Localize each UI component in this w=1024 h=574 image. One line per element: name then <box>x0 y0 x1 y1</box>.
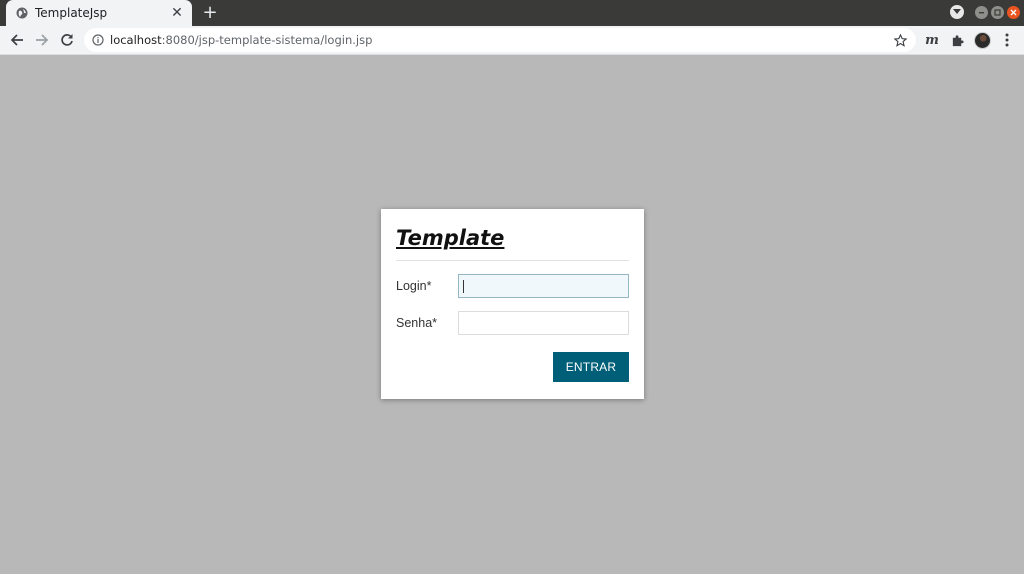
plus-icon[interactable]: + <box>200 3 220 23</box>
address-bar[interactable]: localhost:8080/jsp-template-sistema/logi… <box>84 28 916 52</box>
star-icon[interactable] <box>892 32 908 48</box>
puzzle-icon[interactable] <box>947 30 967 50</box>
url-host: localhost <box>110 33 162 47</box>
senha-label: Senha* <box>396 316 438 330</box>
text-caret <box>463 280 464 293</box>
back-arrow-icon[interactable] <box>7 30 27 50</box>
browser-tab[interactable]: TemplateJsp ✕ <box>6 0 192 26</box>
minimize-icon[interactable] <box>975 5 988 19</box>
tab-strip: TemplateJsp ✕ + <box>0 0 1024 26</box>
extension-m-icon[interactable]: m <box>922 30 942 50</box>
close-window-icon[interactable] <box>1007 5 1020 19</box>
avatar-button[interactable] <box>972 30 992 50</box>
url-path: :8080/jsp-template-sistema/login.jsp <box>161 33 373 47</box>
tab-title: TemplateJsp <box>35 6 108 20</box>
entrar-button[interactable]: ENTRAR <box>553 352 629 382</box>
kebab-menu-icon[interactable] <box>997 30 1017 50</box>
info-icon[interactable] <box>92 34 104 46</box>
login-input[interactable] <box>458 274 629 298</box>
maximize-icon[interactable] <box>991 5 1004 19</box>
senha-input[interactable] <box>458 311 629 335</box>
login-row: Login* <box>396 274 629 298</box>
reload-icon[interactable] <box>57 30 77 50</box>
close-icon[interactable]: ✕ <box>170 6 184 20</box>
forward-arrow-icon[interactable] <box>32 30 52 50</box>
window-controls <box>950 5 1020 19</box>
dropdown-icon[interactable] <box>950 5 964 19</box>
senha-row: Senha* <box>396 311 629 335</box>
login-card: Template Login* Senha* ENTRAR <box>381 209 644 399</box>
avatar <box>973 31 991 49</box>
login-label: Login* <box>396 279 432 293</box>
url-text[interactable]: localhost:8080/jsp-template-sistema/logi… <box>110 33 372 47</box>
globe-icon <box>16 7 28 19</box>
title-divider <box>396 260 629 261</box>
browser-toolbar: localhost:8080/jsp-template-sistema/logi… <box>0 26 1024 55</box>
page-title: Template <box>396 226 505 250</box>
